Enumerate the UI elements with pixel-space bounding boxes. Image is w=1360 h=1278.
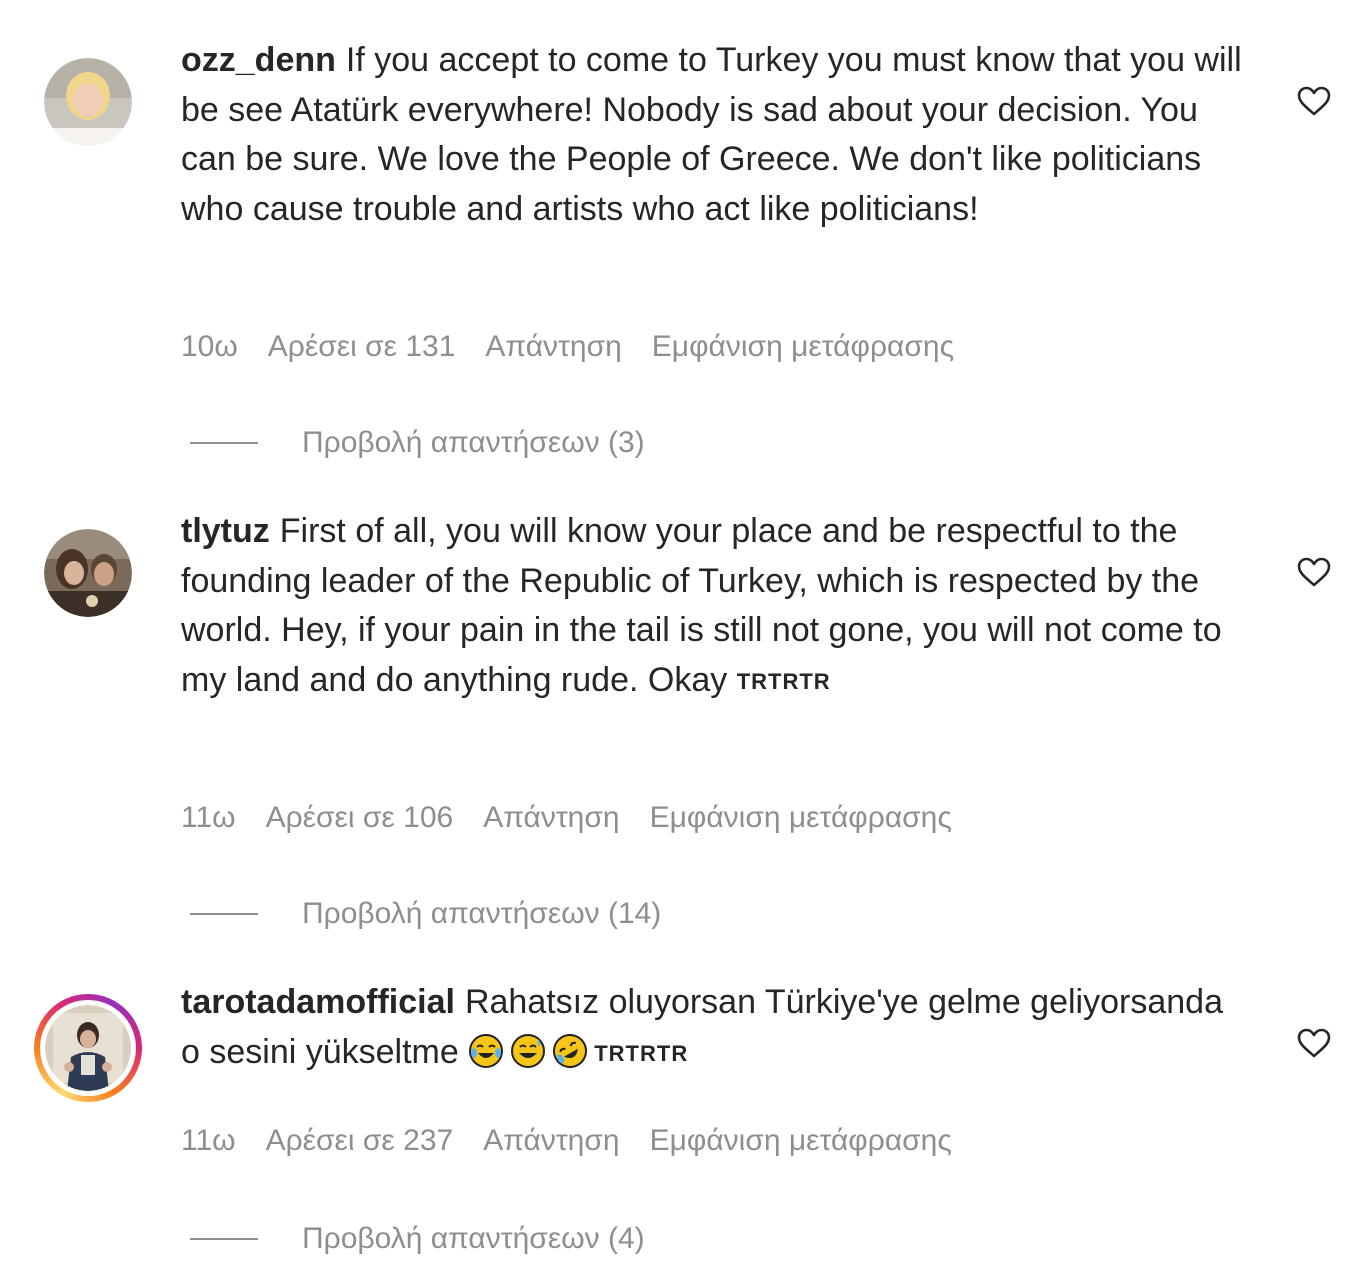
- heart-outline-icon[interactable]: [1297, 557, 1331, 587]
- avatar-image: [45, 1005, 131, 1091]
- avatar[interactable]: [44, 529, 132, 617]
- heart-outline-icon[interactable]: [1297, 86, 1331, 116]
- avatar[interactable]: [44, 58, 132, 146]
- comment-body: tlytuz First of all, you will know your p…: [181, 507, 1251, 706]
- rolling-on-the-floor-laughing-icon: [553, 1033, 588, 1068]
- avatar-image: [44, 529, 132, 617]
- comment-meta: 10ω Αρέσει σε 131 Απάντηση Εμφάνιση μετάφρα…: [181, 330, 984, 364]
- turkey-flag-emoji: TRTRTR: [736, 668, 831, 694]
- comment-body: tarotadamofficial Rahatsız oluyorsan Türk…: [181, 978, 1251, 1078]
- comment-username[interactable]: ozz_denn: [181, 41, 336, 79]
- replies-divider: [190, 913, 258, 915]
- view-replies-label: Προβολή απαντήσεων (4): [302, 1222, 645, 1255]
- comment-likes[interactable]: Αρέσει σε 237: [266, 1124, 454, 1157]
- comment-username[interactable]: tarotadamofficial: [181, 983, 455, 1021]
- view-replies-button[interactable]: Προβολή απαντήσεων (4): [190, 1222, 645, 1256]
- comment-time[interactable]: 11ω: [181, 1124, 236, 1157]
- grinning-face-with-sweat-icon: [511, 1033, 546, 1068]
- comment-likes[interactable]: Αρέσει σε 106: [266, 801, 454, 834]
- comment-username[interactable]: tlytuz: [181, 512, 270, 550]
- see-translation-button[interactable]: Εμφάνιση μετάφρασης: [652, 330, 954, 363]
- face-with-tears-of-joy-icon: [469, 1033, 504, 1068]
- turkey-flag-emoji: TRTRTR: [594, 1040, 689, 1066]
- view-replies-label: Προβολή απαντήσεων (14): [302, 897, 662, 930]
- avatar: [40, 1000, 136, 1096]
- avatar-image: [44, 58, 132, 146]
- comment-text: First of all, you will know your place a…: [181, 512, 1222, 699]
- see-translation-button[interactable]: Εμφάνιση μετάφρασης: [650, 1124, 952, 1157]
- replies-divider: [190, 442, 258, 444]
- comment-body: ozz_denn If you accept to come to Turkey …: [181, 36, 1251, 234]
- comment-time[interactable]: 10ω: [181, 330, 238, 363]
- replies-divider: [190, 1238, 258, 1240]
- comment-text: If you accept to come to Turkey you must…: [181, 41, 1242, 228]
- view-replies-button[interactable]: Προβολή απαντήσεων (14): [190, 897, 661, 931]
- comment-time[interactable]: 11ω: [181, 801, 236, 834]
- reply-button[interactable]: Απάντηση: [485, 330, 621, 363]
- reply-button[interactable]: Απάντηση: [483, 1124, 619, 1157]
- comment-likes[interactable]: Αρέσει σε 131: [268, 330, 456, 363]
- see-translation-button[interactable]: Εμφάνιση μετάφρασης: [650, 801, 952, 834]
- avatar-story-ring[interactable]: [34, 994, 142, 1102]
- view-replies-button[interactable]: Προβολή απαντήσεων (3): [190, 426, 645, 460]
- comment-meta: 11ω Αρέσει σε 237 Απάντηση Εμφάνιση μετάφρα…: [181, 1124, 982, 1158]
- heart-outline-icon[interactable]: [1297, 1028, 1331, 1058]
- reply-button[interactable]: Απάντηση: [483, 801, 619, 834]
- view-replies-label: Προβολή απαντήσεων (3): [302, 426, 645, 459]
- comment-meta: 11ω Αρέσει σε 106 Απάντηση Εμφάνιση μετάφρα…: [181, 801, 982, 835]
